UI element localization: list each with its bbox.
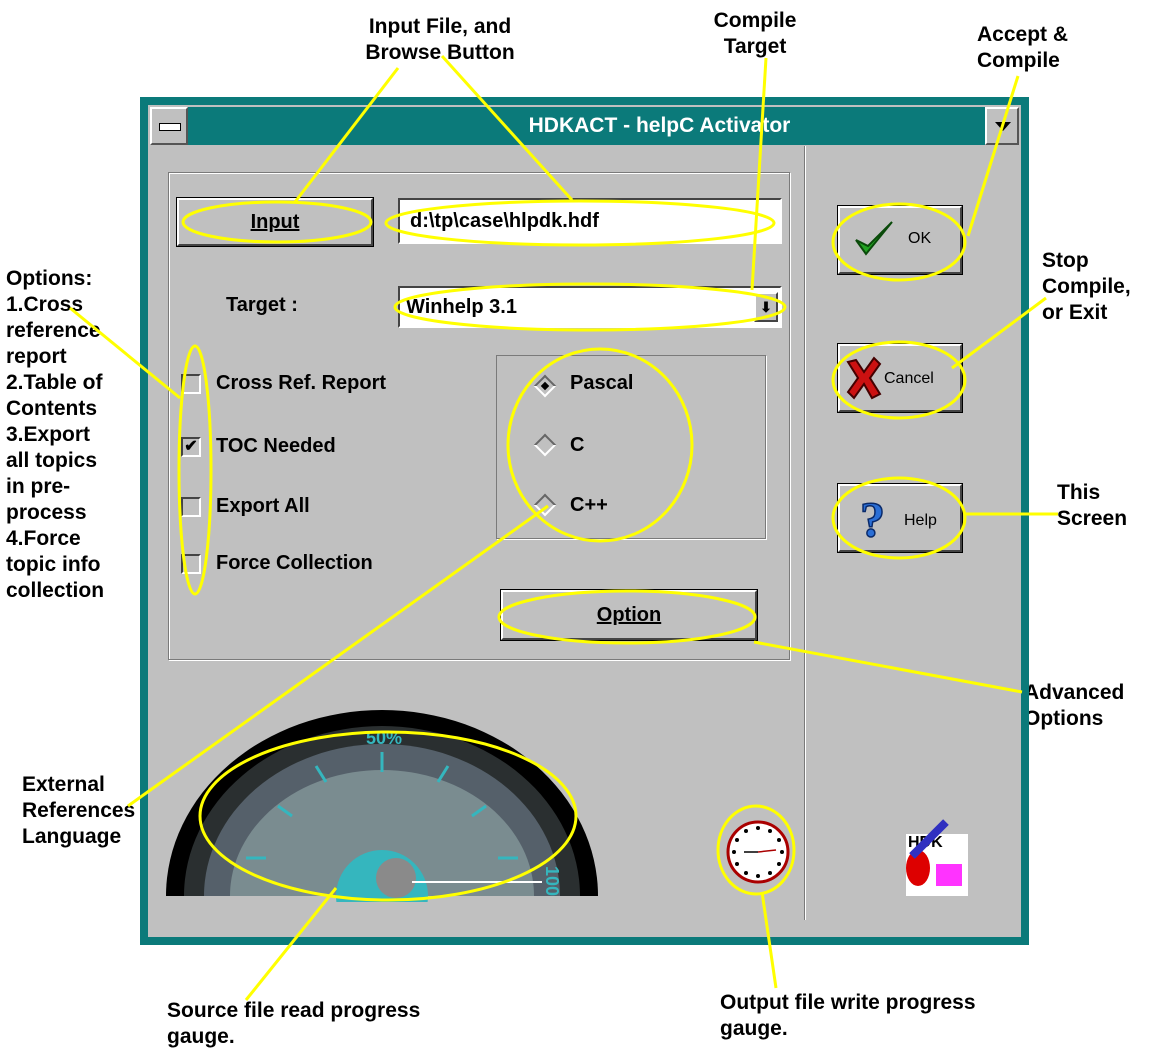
annotation-compile-target: Compile Target [713, 9, 797, 58]
input-browse-button[interactable]: Input [176, 197, 374, 247]
target-label: Target : [226, 294, 298, 316]
annotation-output-gauge: Output file write progress gauge. [720, 991, 976, 1040]
system-menu-button[interactable] [150, 107, 188, 145]
ok-label: OK [908, 230, 932, 247]
dropdown-arrow-icon[interactable]: ⬇ [754, 292, 778, 322]
annotation-accept-compile: Accept & Compile [977, 23, 1069, 72]
radio-label-pascal: Pascal [570, 372, 634, 394]
vertical-separator [804, 146, 805, 920]
cancel-button[interactable]: Cancel [837, 343, 963, 413]
checkbox-cross-ref-report[interactable] [181, 374, 201, 394]
title-bar[interactable]: HDKACT - helpC Activator [150, 107, 1019, 145]
cancel-label: Cancel [884, 370, 934, 387]
input-file-field[interactable]: d:\tp\case\hlpdk.hdf [398, 198, 782, 244]
help-label: Help [904, 512, 937, 529]
radio-label-cpp: C++ [570, 494, 608, 516]
annotation-external-references: External References Language [22, 773, 136, 848]
ok-button[interactable]: OK [837, 205, 963, 275]
input-file-value: d:\tp\case\hlpdk.hdf [410, 210, 599, 232]
target-select[interactable]: Winhelp 3.1 ⬇ [398, 286, 782, 328]
check-icon [855, 221, 893, 256]
option-button[interactable]: Option [500, 589, 758, 641]
annotation-advanced-options: Advanced Options [1024, 681, 1125, 730]
annotation-help-screen: This Screen [1057, 481, 1128, 530]
source-read-progress-gauge: 50% 100 [166, 710, 598, 902]
input-button-label: Input [250, 211, 300, 233]
minimize-arrow-icon [995, 122, 1011, 131]
gauge-label-50: 50% [366, 728, 402, 748]
annotation-stop-compile: Stop Compile, or Exit [1042, 249, 1131, 324]
help-button[interactable]: ? Help [837, 483, 963, 553]
system-menu-icon [159, 123, 181, 131]
annotation-options: Options: 1.Cross reference report 2.Table … [6, 267, 105, 602]
option-button-label: Option [596, 604, 662, 626]
checkbox-label-export-all: Export All [216, 495, 310, 517]
cancel-x-icon [846, 356, 882, 400]
target-value: Winhelp 3.1 [406, 296, 517, 318]
checkbox-toc-needed[interactable]: ✔ [181, 437, 201, 457]
gauge-label-100: 100 [542, 866, 562, 896]
question-mark-icon: ? [859, 492, 886, 544]
annotation-source-gauge: Source file read progress gauge. [167, 999, 421, 1048]
checkbox-force-collection[interactable] [181, 554, 201, 574]
checkbox-label-toc: TOC Needed [216, 435, 336, 457]
checkbox-export-all[interactable] [181, 497, 201, 517]
checkbox-label-cross-ref: Cross Ref. Report [216, 372, 387, 394]
hdk-logo: HDK [906, 819, 968, 896]
annotation-input-file: Input File, and Browse Button [365, 15, 515, 64]
checkbox-label-force-collection: Force Collection [216, 552, 373, 574]
window-title: HDKACT - helpC Activator [528, 114, 791, 137]
minimize-button[interactable] [985, 107, 1019, 145]
output-write-progress-clock-icon [726, 820, 790, 884]
radio-label-c: C [570, 434, 585, 456]
svg-text:?: ? [860, 492, 885, 544]
